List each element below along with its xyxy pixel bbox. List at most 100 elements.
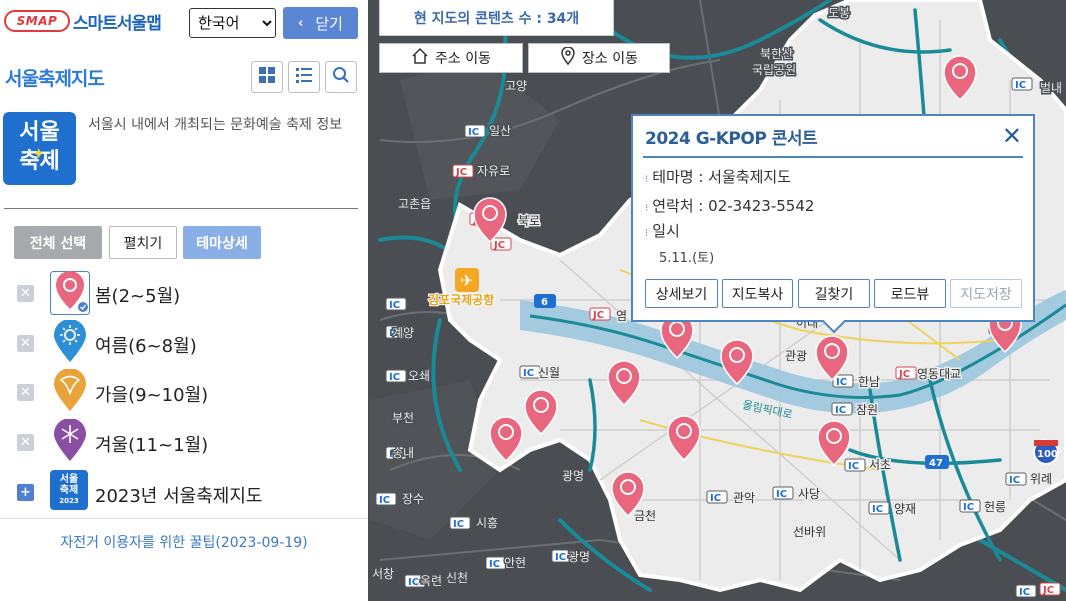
svg-text:도봉: 도봉 bbox=[828, 6, 850, 20]
svg-text:IC: IC bbox=[379, 495, 390, 506]
chevron-left-icon: ‹ bbox=[298, 15, 304, 31]
svg-text:위례: 위례 bbox=[1030, 472, 1052, 486]
svg-text:IC: IC bbox=[389, 300, 400, 311]
bullet-icon: ⁝ bbox=[645, 174, 649, 185]
svg-text:부천: 부천 bbox=[392, 410, 414, 425]
popup-theme-row: ⁝ 테마명 : 서울축제지도 bbox=[645, 166, 791, 187]
search-button[interactable] bbox=[325, 61, 357, 93]
svg-text:광명: 광명 bbox=[568, 550, 590, 564]
svg-text:북로: 북로 bbox=[518, 214, 540, 228]
svg-text:옥련: 옥련 bbox=[420, 574, 442, 588]
svg-text:한남: 한남 bbox=[858, 375, 880, 389]
location-pin-icon bbox=[560, 46, 576, 69]
roadview-button[interactable]: 로드뷰 bbox=[874, 279, 946, 308]
select-all-button[interactable]: 전체 선택 bbox=[14, 226, 102, 259]
category-item-winter[interactable]: ✕ 겨울(11~1월) bbox=[0, 418, 368, 466]
detail-view-button[interactable]: 상세보기 bbox=[645, 279, 718, 308]
popup-contact-text: 연락처 : 02-3423-5542 bbox=[652, 197, 815, 215]
logo-mark: SMAP bbox=[4, 10, 70, 32]
svg-text:IC: IC bbox=[468, 127, 479, 138]
close-icon[interactable]: ✕ bbox=[1002, 124, 1022, 148]
svg-text:관광: 관광 bbox=[785, 349, 807, 363]
popup-date-row: ⁝ 일시 bbox=[645, 220, 680, 241]
svg-text:고양: 고양 bbox=[505, 79, 527, 93]
svg-text:100: 100 bbox=[1037, 449, 1058, 460]
svg-text:국립공원: 국립공원 bbox=[752, 63, 796, 77]
svg-text:장수: 장수 bbox=[402, 492, 424, 506]
svg-text:서초: 서초 bbox=[869, 458, 891, 472]
copy-map-button[interactable]: 지도복사 bbox=[722, 279, 793, 308]
svg-text:선바위: 선바위 bbox=[793, 525, 826, 539]
svg-text:금천: 금천 bbox=[634, 508, 656, 523]
svg-text:IC: IC bbox=[389, 372, 400, 383]
svg-text:47: 47 bbox=[929, 458, 943, 469]
category-label: 봄(2~5월) bbox=[95, 286, 181, 307]
sidebar-panel: SMAP 스마트서울맵 한국어 ‹ 닫기 서울축제지도 서울 축제 ✦ 서울시 … bbox=[0, 0, 368, 601]
remove-checkbox[interactable]: ✕ bbox=[17, 384, 34, 401]
svg-text:JC: JC bbox=[1042, 585, 1054, 596]
svg-text:일산: 일산 bbox=[489, 124, 511, 138]
category-item-autumn[interactable]: ✕ 가을(9~10월) bbox=[0, 368, 368, 416]
svg-text:IC: IC bbox=[523, 368, 534, 379]
category-label: 가을(9~10월) bbox=[95, 385, 209, 406]
svg-text:IC: IC bbox=[1009, 475, 1020, 486]
close-label: 닫기 bbox=[315, 14, 343, 33]
autumn-leaf-icon bbox=[50, 368, 90, 417]
category-item-summer[interactable]: ✕ 여름(6~8월) bbox=[0, 319, 368, 367]
popup-title: 2024 G-KPOP 콘서트 bbox=[645, 129, 818, 149]
close-sidebar-button[interactable]: ‹ 닫기 bbox=[283, 7, 358, 39]
remove-checkbox[interactable]: ✕ bbox=[17, 335, 34, 352]
bullet-icon: ⁝ bbox=[645, 203, 649, 214]
svg-text:염: 염 bbox=[616, 309, 627, 323]
expand-plus-icon[interactable]: + bbox=[17, 484, 34, 501]
svg-text:IC: IC bbox=[836, 377, 847, 388]
list-view-button[interactable] bbox=[288, 61, 320, 93]
svg-text:헌릉: 헌릉 bbox=[984, 500, 1006, 514]
expand-button[interactable]: 펼치기 bbox=[109, 226, 177, 259]
svg-text:사당: 사당 bbox=[798, 487, 820, 501]
svg-text:6: 6 bbox=[541, 297, 548, 308]
category-label: 2023년 서울축제지도 bbox=[95, 486, 263, 507]
svg-text:IC: IC bbox=[1019, 587, 1030, 598]
grid-view-button[interactable] bbox=[251, 61, 283, 93]
category-label: 여름(6~8월) bbox=[95, 336, 197, 357]
theme-description: 서울시 내에서 개최되는 문화예술 축제 정보 bbox=[88, 117, 343, 133]
category-item-spring[interactable]: ✕ 봄(2~5월) bbox=[0, 270, 368, 318]
svg-text:✈: ✈ bbox=[460, 271, 473, 290]
svg-text:IC: IC bbox=[555, 552, 566, 563]
svg-text:송내: 송내 bbox=[392, 446, 414, 460]
bicycle-tips-link[interactable]: 자전거 이용자를 위한 꿀팁(2023-09-19) bbox=[0, 518, 368, 552]
directions-button[interactable]: 길찾기 bbox=[798, 279, 870, 308]
svg-text:안현: 안현 bbox=[504, 556, 526, 570]
save-map-button[interactable]: 지도저장 bbox=[950, 279, 1022, 308]
svg-text:오쇄: 오쇄 bbox=[408, 369, 430, 383]
svg-text:시흥: 시흥 bbox=[476, 516, 498, 530]
smart-seoul-map-logo[interactable]: SMAP 스마트서울맵 bbox=[4, 9, 162, 34]
svg-text:IC: IC bbox=[963, 502, 974, 513]
remove-checkbox[interactable]: ✕ bbox=[17, 285, 34, 302]
remove-checkbox[interactable]: ✕ bbox=[17, 434, 34, 451]
category-item-2023-festival[interactable]: + 서울 축제 2023 2023년 서울축제지도 bbox=[0, 468, 368, 516]
svg-text:자유로: 자유로 bbox=[477, 164, 510, 178]
place-move-label: 장소 이동 bbox=[582, 51, 638, 67]
search-icon bbox=[332, 66, 350, 88]
svg-text:양재: 양재 bbox=[894, 502, 916, 516]
address-move-button[interactable]: 주소 이동 bbox=[379, 43, 523, 73]
sub-logo-line1: 서울 bbox=[59, 474, 79, 485]
svg-text:JC: JC bbox=[493, 240, 505, 251]
svg-text:IC: IC bbox=[710, 493, 721, 504]
popup-date-label: 일시 bbox=[652, 222, 680, 240]
svg-text:IC: IC bbox=[408, 577, 419, 588]
list-icon bbox=[295, 66, 313, 88]
theme-detail-button[interactable]: 테마상세 bbox=[183, 226, 261, 259]
svg-text:김포국제공항: 김포국제공항 bbox=[428, 292, 494, 307]
summer-sun-icon bbox=[50, 319, 90, 368]
svg-text:JC: JC bbox=[592, 310, 604, 321]
place-move-button[interactable]: 장소 이동 bbox=[528, 43, 670, 73]
popup-date-value: 5.11.(토) bbox=[659, 251, 715, 266]
svg-text:서창: 서창 bbox=[372, 567, 394, 581]
popup-theme-text: 테마명 : 서울축제지도 bbox=[652, 168, 791, 186]
svg-text:고촌읍: 고촌읍 bbox=[398, 197, 431, 211]
svg-text:IC: IC bbox=[1015, 80, 1026, 91]
language-select[interactable]: 한국어 bbox=[189, 8, 276, 38]
